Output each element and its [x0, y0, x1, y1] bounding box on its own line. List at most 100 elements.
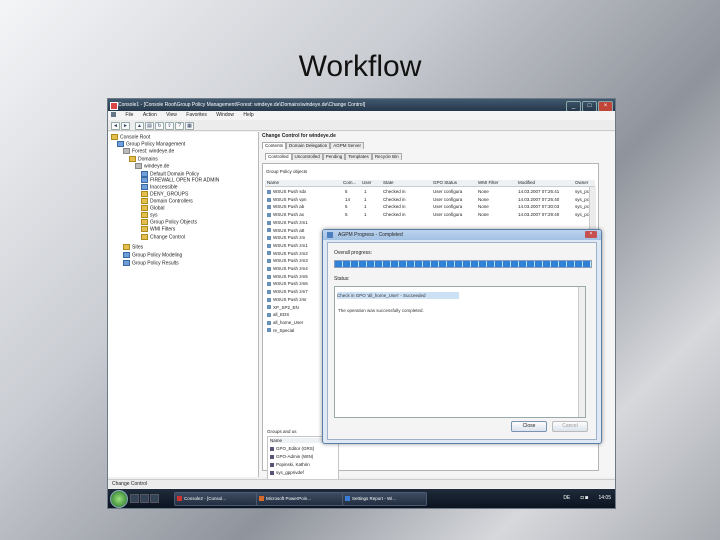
properties-icon[interactable]: ▦	[185, 122, 194, 130]
tab-pending[interactable]: Pending	[322, 153, 346, 160]
tree-item[interactable]: Forest: windeye.de	[123, 148, 174, 154]
dialog-titlebar[interactable]: AGPM Progress - Completed ×	[323, 230, 601, 240]
tree-item[interactable]: sys	[141, 212, 158, 218]
cell-name: WSUS Push ax	[267, 211, 304, 218]
forward-icon[interactable]: ►	[121, 122, 130, 130]
tree-item[interactable]: Domain Controllers	[141, 198, 193, 204]
menu-help[interactable]: Help	[243, 112, 253, 118]
col-owner[interactable]: Owner	[575, 180, 588, 186]
gpm-icon	[117, 141, 124, 147]
group-icon	[270, 454, 274, 459]
help-icon[interactable]: ?	[175, 122, 184, 130]
gpo-name: re_Special	[273, 327, 295, 333]
tree-item[interactable]: DENY_GROUPS	[141, 191, 188, 197]
cell-mod: 14.03.2007 07:26:40	[518, 196, 560, 202]
table-row[interactable]: WSUS Push vpn 14 1 Checked in User configura…	[265, 196, 595, 203]
menu-file[interactable]: File	[125, 112, 133, 118]
table-row[interactable]: WSUS Push ab 5 1 Checked in User configura No…	[265, 203, 595, 210]
cell-owner: sys_pc	[575, 189, 590, 194]
task-settings-report[interactable]: Settings Report - Wi...	[342, 492, 427, 506]
col-gpo-status[interactable]: GPO Status	[433, 180, 457, 186]
col-state[interactable]: State	[383, 180, 394, 186]
menu-bar: File Action View Favorites Window Help	[108, 111, 615, 120]
status-scrollbar[interactable]	[578, 287, 585, 417]
tree-item-label: Global	[150, 205, 165, 212]
col-modified[interactable]: Modified	[518, 180, 535, 186]
tab-uncontrolled[interactable]: Uncontrolled	[291, 153, 323, 160]
cell-wmi: None	[478, 189, 489, 194]
gpo-name: XP_SP2_EN	[273, 304, 299, 310]
list-item[interactable]: GPO_Editor (GRS)	[270, 446, 314, 451]
task-powerpoint[interactable]: Microsoft PowerPoin...	[256, 492, 347, 506]
cell-name: WSUS Push zm1	[267, 242, 308, 249]
tab-domain-delegation[interactable]: Domain Delegation	[286, 142, 331, 149]
menu-view[interactable]: View	[166, 112, 177, 118]
export-icon[interactable]: ⇪	[165, 122, 174, 130]
tray-icons[interactable]: ◘ ◙	[581, 495, 588, 501]
close-dialog-button[interactable]: Close	[511, 421, 547, 432]
gpo-icon	[267, 282, 271, 287]
dialog-app-icon	[327, 232, 333, 238]
clock[interactable]: 14:05	[598, 495, 611, 501]
tree-item[interactable]: WMI Filters	[141, 226, 175, 232]
table-row[interactable]: WSUS Push zm1	[265, 219, 595, 226]
tree-item[interactable]: Inaccessible	[141, 184, 178, 190]
tree-item-label: Change Control	[150, 234, 186, 241]
up-icon[interactable]: ▲	[135, 122, 144, 130]
list-item[interactable]: sys_gpprivdef	[270, 470, 304, 475]
show-tree-icon[interactable]: ▤	[145, 122, 154, 130]
menu-favorites[interactable]: Favorites	[186, 112, 207, 118]
toolbar: ◄ ► ▲ ▤ ↻ ⇪ ? ▦	[108, 120, 615, 131]
table-row[interactable]: WSUS Push ax 5 1 Checked in User configura No…	[265, 211, 595, 218]
tree-item[interactable]: Group Policy Modeling	[123, 252, 182, 258]
tree-item[interactable]: Group Policy Management	[117, 141, 185, 147]
refresh-icon[interactable]: ↻	[155, 122, 164, 130]
col-user[interactable]: User	[362, 180, 372, 186]
tree-item[interactable]: Global	[141, 205, 164, 211]
cell-owner: sys_pc	[575, 204, 590, 210]
explorer-icon[interactable]	[140, 494, 149, 503]
cell-gpo: User configura	[433, 212, 463, 218]
tree-item[interactable]: Group Policy Results	[123, 260, 179, 266]
status-line-1: Check in GPO 'all_home_User' - Succeeded	[337, 292, 459, 299]
back-icon[interactable]: ◄	[111, 122, 120, 130]
folder-icon	[111, 134, 118, 140]
group-name: sys_gpprivdef	[276, 470, 304, 475]
list-item[interactable]: Popinski, Kathrin	[270, 462, 310, 467]
col-comment[interactable]: Com...	[343, 180, 356, 186]
col-wmi-filter[interactable]: WMI Filter	[478, 180, 499, 186]
table-row[interactable]: WSUS Push sdx 5 1 Checked in User configura N…	[265, 188, 595, 195]
tab-controlled[interactable]: Controlled	[265, 153, 292, 160]
console-tree: Console Root Group Policy Management Fores…	[108, 132, 259, 477]
folder-icon	[123, 244, 130, 250]
group-icon	[270, 446, 274, 451]
start-button[interactable]	[110, 490, 128, 508]
window-titlebar[interactable]: Console1 - [Console Root\Group Policy Ma…	[108, 99, 615, 112]
tree-item[interactable]: FIREWALL OPEN FOR ADMIN	[141, 177, 219, 183]
tree-item[interactable]: Sites	[123, 244, 143, 250]
menu-action[interactable]: Action	[143, 112, 157, 118]
main-tabs: Contents Domain Delegation AGPM Server	[262, 142, 365, 149]
task-console[interactable]: Console2 - [Consol...	[174, 492, 261, 506]
tree-item[interactable]: Console Root	[111, 134, 150, 140]
tab-templates[interactable]: Templates	[345, 153, 372, 160]
tree-item[interactable]: windeye.de	[135, 163, 169, 169]
menu-window[interactable]: Window	[216, 112, 234, 118]
tab-recycle-bin[interactable]: Recycle Bin	[371, 153, 402, 160]
tree-item[interactable]: Domains	[129, 156, 158, 162]
tree-item-label: Domain Controllers	[150, 198, 193, 205]
tree-item[interactable]: Group Policy Objects	[141, 219, 197, 225]
tree-item[interactable]: Change Control	[141, 234, 185, 240]
tab-contents[interactable]: Contents	[262, 142, 287, 149]
domain-icon	[135, 163, 142, 169]
cancel-button[interactable]: Cancel	[552, 421, 588, 432]
col-name[interactable]: Name	[267, 180, 279, 186]
show-desktop-icon[interactable]	[130, 494, 139, 503]
gpo-icon	[267, 320, 271, 325]
status-bar: Change Control	[108, 479, 615, 488]
dialog-close-icon[interactable]: ×	[585, 231, 597, 238]
ie-icon[interactable]	[150, 494, 159, 503]
language-indicator[interactable]: DE	[563, 495, 570, 501]
tab-agpm-server[interactable]: AGPM Server	[330, 142, 365, 149]
list-item[interactable]: GPO-Admin (WIN)	[270, 454, 313, 459]
